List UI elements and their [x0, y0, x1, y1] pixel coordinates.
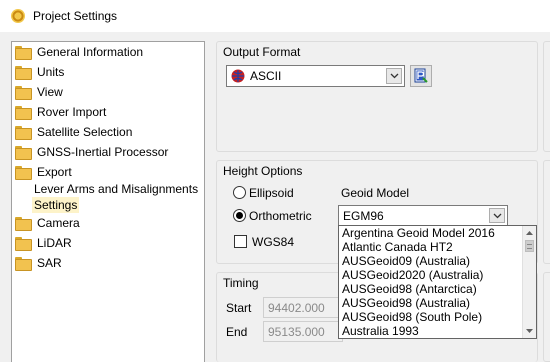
tree-item-view[interactable]: View — [15, 83, 63, 101]
folder-icon — [15, 146, 32, 160]
dropdown-option[interactable]: Atlantic Canada HT2 — [342, 240, 453, 254]
format-options-button[interactable] — [410, 65, 432, 87]
tree-item-lever-arms[interactable]: Lever Arms and Misalignments — [32, 181, 200, 197]
output-format-value: ASCII — [250, 69, 282, 83]
dropdown-option[interactable]: AUSGeoid98 (Australia) — [342, 296, 470, 310]
folder-icon — [15, 166, 32, 180]
chevron-down-icon[interactable] — [489, 208, 505, 223]
scroll-thumb[interactable] — [525, 240, 534, 252]
end-label: End — [226, 325, 248, 339]
tree-item-export[interactable]: Export — [15, 163, 72, 181]
dropdown-scrollbar[interactable] — [522, 226, 536, 338]
folder-icon — [15, 237, 32, 251]
tree-item-sar[interactable]: SAR — [15, 254, 62, 272]
tree-item-units[interactable]: Units — [15, 63, 64, 81]
output-format-title: Output Format — [223, 45, 301, 59]
geoid-model-value: EGM96 — [343, 208, 384, 223]
scroll-down-icon[interactable] — [523, 325, 536, 337]
gear-icon — [11, 9, 25, 23]
dropdown-option[interactable]: AUSGeoid98 (South Pole) — [342, 310, 482, 324]
timing-title: Timing — [223, 276, 259, 290]
folder-icon — [15, 86, 32, 100]
side-panel-border — [543, 41, 550, 152]
properties-icon — [414, 68, 428, 83]
height-options-title: Height Options — [223, 164, 303, 178]
dropdown-option[interactable]: Argentina Geoid Model 2016 — [342, 226, 495, 240]
tree-item-label: Lever Arms and Misalignments — [34, 182, 199, 196]
tree-item-label: Settings — [34, 198, 78, 212]
title-bar: Project Settings — [0, 0, 550, 32]
tree-item-label: SAR — [37, 256, 62, 270]
scroll-up-icon[interactable] — [523, 227, 536, 239]
geoid-model-label: Geoid Model — [341, 186, 410, 200]
tree-item-label: Units — [37, 65, 65, 79]
start-field[interactable]: 94402.000 — [263, 297, 343, 318]
geoid-model-dropdown[interactable]: Argentina Geoid Model 2016 Atlantic Cana… — [338, 225, 537, 339]
tree-item-settings[interactable]: Settings — [32, 197, 80, 213]
folder-icon — [15, 126, 32, 140]
output-format-combo[interactable]: ASCII — [226, 65, 405, 87]
ellipsoid-radio[interactable] — [233, 186, 246, 199]
folder-icon — [15, 257, 32, 271]
tree-item-label: GNSS-Inertial Processor — [37, 145, 169, 159]
wgs84-label: WGS84 — [252, 235, 295, 249]
dropdown-option[interactable]: AUSGeoid2020 (Australia) — [342, 268, 483, 282]
tree-item-label: View — [37, 85, 63, 99]
tree-item-label: Camera — [37, 216, 80, 230]
orthometric-radio[interactable] — [233, 209, 246, 222]
geoid-model-combo[interactable]: EGM96 — [338, 205, 508, 226]
folder-icon — [15, 66, 32, 80]
window-title: Project Settings — [33, 9, 118, 23]
tree-item-label: General Information — [37, 45, 144, 59]
tree-item-satellite-selection[interactable]: Satellite Selection — [15, 123, 132, 141]
side-panel-border — [543, 160, 550, 264]
chevron-down-icon[interactable] — [386, 68, 402, 84]
tree-item-camera[interactable]: Camera — [15, 214, 80, 232]
tree-item-general-information[interactable]: General Information — [15, 43, 143, 61]
dropdown-option[interactable]: Australia 1993 — [342, 324, 419, 338]
settings-tree[interactable]: General Information Units View Rover Imp… — [11, 41, 205, 362]
folder-icon — [15, 217, 32, 231]
tree-item-rover-import[interactable]: Rover Import — [15, 103, 106, 121]
dropdown-option[interactable]: AUSGeoid09 (Australia) — [342, 254, 470, 268]
folder-icon — [15, 106, 32, 120]
start-label: Start — [226, 301, 252, 315]
tree-item-gnss-inertial-processor[interactable]: GNSS-Inertial Processor — [15, 143, 168, 161]
tree-item-lidar[interactable]: LiDAR — [15, 234, 72, 252]
output-format-group: Output Format — [216, 41, 538, 152]
tree-item-label: Export — [37, 165, 72, 179]
dropdown-option[interactable]: AUSGeoid98 (Antarctica) — [342, 282, 477, 296]
folder-icon — [15, 46, 32, 60]
orthometric-label: Orthometric — [249, 209, 312, 223]
ellipsoid-label: Ellipsoid — [249, 186, 294, 200]
tree-item-label: Satellite Selection — [37, 125, 133, 139]
wgs84-checkbox[interactable] — [234, 235, 247, 248]
end-field[interactable]: 95135.000 — [263, 321, 343, 342]
side-panel-border — [543, 272, 550, 362]
format-icon — [231, 69, 245, 83]
tree-item-label: Rover Import — [37, 105, 107, 119]
tree-item-label: LiDAR — [37, 236, 72, 250]
